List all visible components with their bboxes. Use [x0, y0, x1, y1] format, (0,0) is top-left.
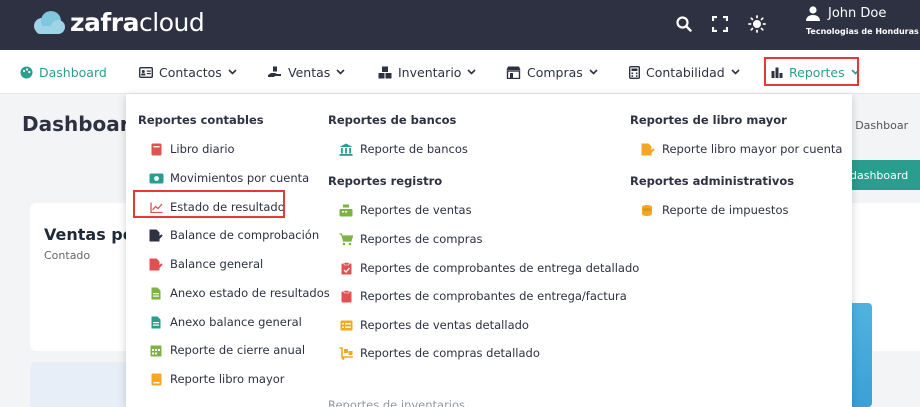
contact-card-icon — [139, 66, 153, 78]
menu-reportes-de-compras-detallado[interactable]: Reportes de compras detallado — [338, 345, 540, 361]
cloud-icon — [34, 11, 65, 34]
sales-card: Ventas po Contado — [30, 203, 140, 351]
menu-reporte-de-cierre-anual[interactable]: Reporte de cierre anual — [148, 342, 305, 358]
nav-compras[interactable]: Compras — [506, 50, 598, 94]
book-icon — [148, 372, 164, 386]
theme-sun-icon[interactable] — [745, 12, 769, 36]
menu-balance-de-comprobacion[interactable]: Balance de comprobación — [148, 227, 319, 243]
heading-reportes-de-libro-mayor: Reportes de libro mayor — [630, 113, 787, 127]
dashboard-button[interactable]: dashboard — [842, 160, 920, 190]
heading-reportes-de-bancos: Reportes de bancos — [328, 113, 457, 127]
menu-reportes-de-ventas[interactable]: Reportes de ventas — [338, 202, 472, 218]
menu-balance-general[interactable]: Balance general — [148, 256, 263, 272]
user-organization: Tecnologias de Honduras — [806, 27, 919, 36]
store-icon — [506, 66, 521, 79]
menu-reporte-libro-mayor[interactable]: Reporte libro mayor — [148, 371, 285, 387]
nav-contabilidad[interactable]: Contabilidad — [629, 50, 740, 94]
search-icon[interactable] — [672, 12, 696, 36]
clipboard-icon — [338, 289, 354, 303]
nav-ventas[interactable]: Ventas — [268, 50, 345, 94]
file-icon — [148, 315, 164, 329]
top-bar: zafracloud John Doe Tecnologias de Hondu… — [0, 0, 920, 50]
breadcrumb[interactable]: / Dashboar — [848, 119, 908, 132]
calculator-icon — [629, 65, 640, 79]
cash-register-icon — [338, 203, 354, 217]
chevron-down-icon — [228, 69, 237, 75]
chevron-down-icon — [589, 69, 598, 75]
menu-reportes-de-ventas-detallado[interactable]: Reportes de ventas detallado — [338, 317, 529, 333]
user-name: John Doe — [828, 6, 887, 21]
file-icon — [148, 286, 164, 300]
menu-reportes-de-compras[interactable]: Reportes de compras — [338, 231, 483, 247]
nav-contactos[interactable]: Contactos — [139, 50, 237, 94]
money-bill-icon — [148, 171, 164, 185]
sales-card-title: Ventas po — [44, 225, 134, 244]
brand-light: cloud — [139, 8, 205, 37]
menu-reportes-comprobantes-entrega-factura[interactable]: Reportes de comprobantes de entrega/fact… — [338, 288, 627, 304]
bank-icon — [338, 142, 354, 156]
estado-de-resultado-highlight-box — [133, 190, 285, 218]
menu-reportes-de-inventarios-partial[interactable]: Reportes de inventarios — [328, 398, 465, 407]
menu-reporte-libro-mayor-por-cuenta[interactable]: Reporte libro mayor por cuenta — [640, 141, 842, 157]
boxes-icon — [378, 66, 392, 79]
menu-reporte-de-impuestos[interactable]: Reporte de impuestos — [640, 202, 788, 218]
palette-icon — [20, 66, 33, 79]
chevron-down-icon — [731, 69, 740, 75]
nav-inventario[interactable]: Inventario — [378, 50, 477, 94]
book-icon — [148, 142, 164, 156]
logo[interactable]: zafracloud — [30, 8, 205, 38]
dolly-icon — [338, 346, 354, 360]
secondary-card — [30, 362, 140, 407]
reportes-highlight-box — [764, 57, 859, 86]
coins-icon — [640, 203, 656, 217]
menu-libro-diario[interactable]: Libro diario — [148, 141, 235, 157]
chevron-down-icon — [467, 69, 477, 75]
menu-reportes-comprobantes-entrega-detallado[interactable]: Reportes de comprobantes de entrega deta… — [338, 260, 639, 276]
sales-card-subtitle: Contado — [44, 249, 91, 262]
file-edit-icon — [148, 257, 164, 271]
heading-reportes-contables: Reportes contables — [138, 113, 264, 127]
fullscreen-icon[interactable] — [708, 12, 732, 36]
reportes-dropdown: Reportes contables Libro diario Movimien… — [126, 94, 852, 407]
file-edit-icon — [640, 142, 656, 156]
list-alt-icon — [338, 318, 354, 332]
menu-reporte-de-bancos[interactable]: Reporte de bancos — [338, 141, 468, 157]
shopping-cart-icon — [338, 232, 354, 246]
calendar-icon — [148, 343, 164, 357]
clipboard-check-icon — [338, 261, 354, 275]
heading-reportes-registro: Reportes registro — [328, 174, 443, 188]
heading-reportes-administrativos: Reportes administrativos — [630, 174, 795, 188]
nav-dashboard[interactable]: Dashboard — [20, 50, 107, 94]
file-signature-icon — [148, 228, 164, 242]
brand-bold: zafra — [70, 8, 140, 37]
menu-movimientos-por-cuenta[interactable]: Movimientos por cuenta — [148, 170, 309, 186]
menu-anexo-balance-general[interactable]: Anexo balance general — [148, 314, 302, 330]
user-icon — [806, 6, 820, 21]
hand-holding-icon — [268, 66, 282, 79]
chevron-down-icon — [336, 69, 345, 75]
menu-anexo-estado-de-resultados[interactable]: Anexo estado de resultados — [148, 285, 330, 301]
